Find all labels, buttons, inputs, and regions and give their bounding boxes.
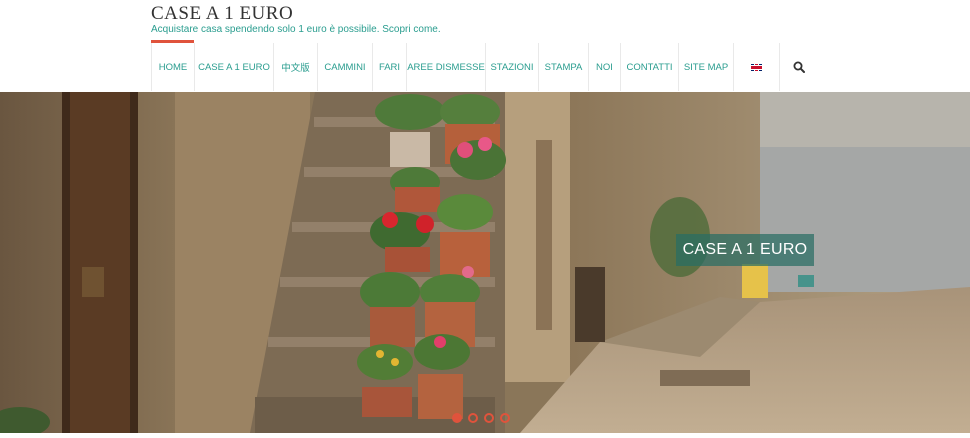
nav-item-fari[interactable]: FARI xyxy=(372,43,406,91)
nav-item-cammini[interactable]: CAMMINI xyxy=(317,43,372,91)
nav-item-language[interactable] xyxy=(733,43,780,91)
uk-flag-icon xyxy=(751,63,762,71)
slider-dot-3[interactable] xyxy=(484,413,494,423)
slider-dot-1[interactable] xyxy=(452,413,462,423)
site-tagline: Acquistare casa spendendo solo 1 euro è … xyxy=(151,24,441,35)
page-bottom-strip xyxy=(0,433,970,438)
nav-item-noi[interactable]: NOI xyxy=(588,43,620,91)
site-title[interactable]: CASE A 1 EURO xyxy=(151,3,293,25)
nav-item-aree-dismesse[interactable]: AREE DISMESSE xyxy=(406,43,485,91)
search-icon xyxy=(793,61,805,73)
nav-item-contatti[interactable]: CONTATTI xyxy=(620,43,678,91)
main-nav: HOME CASE A 1 EURO 中文版 CAMMINI FARI AREE… xyxy=(151,43,780,91)
search-button[interactable] xyxy=(784,43,814,91)
hero-photo xyxy=(0,92,970,433)
slider-dot-4[interactable] xyxy=(500,413,510,423)
nav-item-home[interactable]: HOME xyxy=(151,43,194,91)
slider-pagination xyxy=(452,413,510,423)
nav-item-stazioni[interactable]: STAZIONI xyxy=(485,43,538,91)
site-header: CASE A 1 EURO Acquistare casa spendendo … xyxy=(0,0,970,92)
nav-item-stampa[interactable]: STAMPA xyxy=(538,43,588,91)
nav-item-chinese[interactable]: 中文版 xyxy=(273,43,317,91)
hero-slider[interactable]: CASE A 1 EURO xyxy=(0,92,970,433)
slide-caption[interactable]: CASE A 1 EURO xyxy=(676,234,814,266)
caption-accent xyxy=(798,275,814,287)
nav-item-site-map[interactable]: SITE MAP xyxy=(678,43,733,91)
slider-dot-2[interactable] xyxy=(468,413,478,423)
nav-item-case-a-1-euro[interactable]: CASE A 1 EURO xyxy=(194,43,273,91)
